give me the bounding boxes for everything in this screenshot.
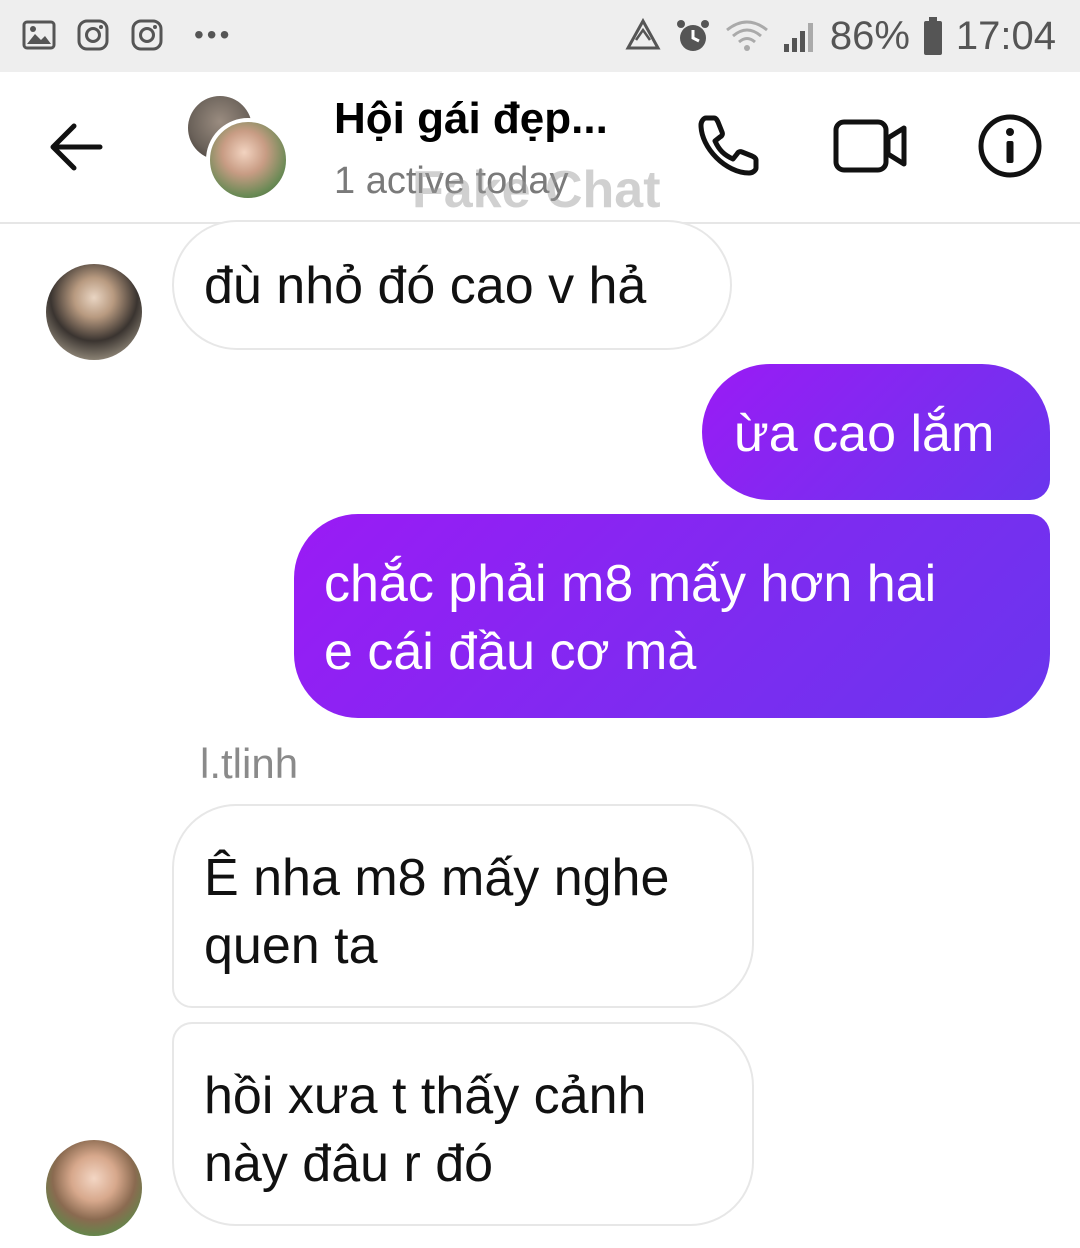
recycle-icon bbox=[625, 18, 661, 50]
message-bubble-outgoing[interactable]: chắc phải m8 mấy hơn hai e cái đầu cơ mà bbox=[294, 514, 1050, 718]
message-line: quen ta bbox=[204, 917, 378, 975]
battery-percent: 86% bbox=[829, 14, 910, 58]
sender-name: l.tlinh bbox=[200, 740, 299, 787]
message-line: Ê nha m8 mấy nghe bbox=[204, 849, 670, 907]
back-arrow-icon[interactable] bbox=[48, 122, 104, 172]
phone-icon[interactable] bbox=[696, 112, 762, 178]
instagram-icon bbox=[131, 19, 163, 51]
avatar bbox=[206, 118, 290, 202]
message-line: hồi xưa t thấy cảnh bbox=[204, 1067, 647, 1125]
signal-icon bbox=[783, 23, 813, 52]
message-text: ừa cao lắm bbox=[734, 405, 995, 463]
chat-header: Hội gái đẹp... 1 active today Fake Chat bbox=[0, 72, 1080, 224]
avatar[interactable] bbox=[46, 1140, 142, 1236]
video-camera-icon[interactable] bbox=[832, 116, 908, 176]
instagram-icon bbox=[77, 19, 109, 51]
message-bubble-incoming[interactable]: Ê nha m8 mấy nghe quen ta bbox=[172, 804, 754, 1008]
more-dots-icon: ••• bbox=[194, 19, 233, 50]
watermark: Fake Chat bbox=[412, 161, 661, 219]
message-line: chắc phải m8 mấy hơn hai bbox=[324, 555, 937, 613]
message-bubble-outgoing[interactable]: ừa cao lắm bbox=[702, 364, 1050, 500]
message-bubble-incoming[interactable]: hồi xưa t thấy cảnh này đâu r đó bbox=[172, 1022, 754, 1226]
info-icon[interactable] bbox=[976, 112, 1044, 180]
group-avatar[interactable] bbox=[188, 96, 290, 202]
gallery-icon bbox=[22, 20, 56, 50]
battery-icon bbox=[923, 17, 942, 55]
wifi-icon bbox=[725, 20, 768, 51]
avatar[interactable] bbox=[46, 264, 142, 360]
alarm-icon bbox=[676, 20, 709, 51]
message-text: đù nhỏ đó cao v hả bbox=[204, 257, 647, 315]
clock: 17:04 bbox=[955, 14, 1056, 58]
message-line: này đâu r đó bbox=[204, 1135, 494, 1193]
status-bar: ••• 86% 17:04 bbox=[0, 0, 1080, 72]
message-bubble-incoming[interactable]: đù nhỏ đó cao v hả bbox=[172, 220, 732, 350]
message-line: e cái đầu cơ mà bbox=[324, 623, 697, 681]
chat-title[interactable]: Hội gái đẹp... bbox=[334, 94, 608, 144]
